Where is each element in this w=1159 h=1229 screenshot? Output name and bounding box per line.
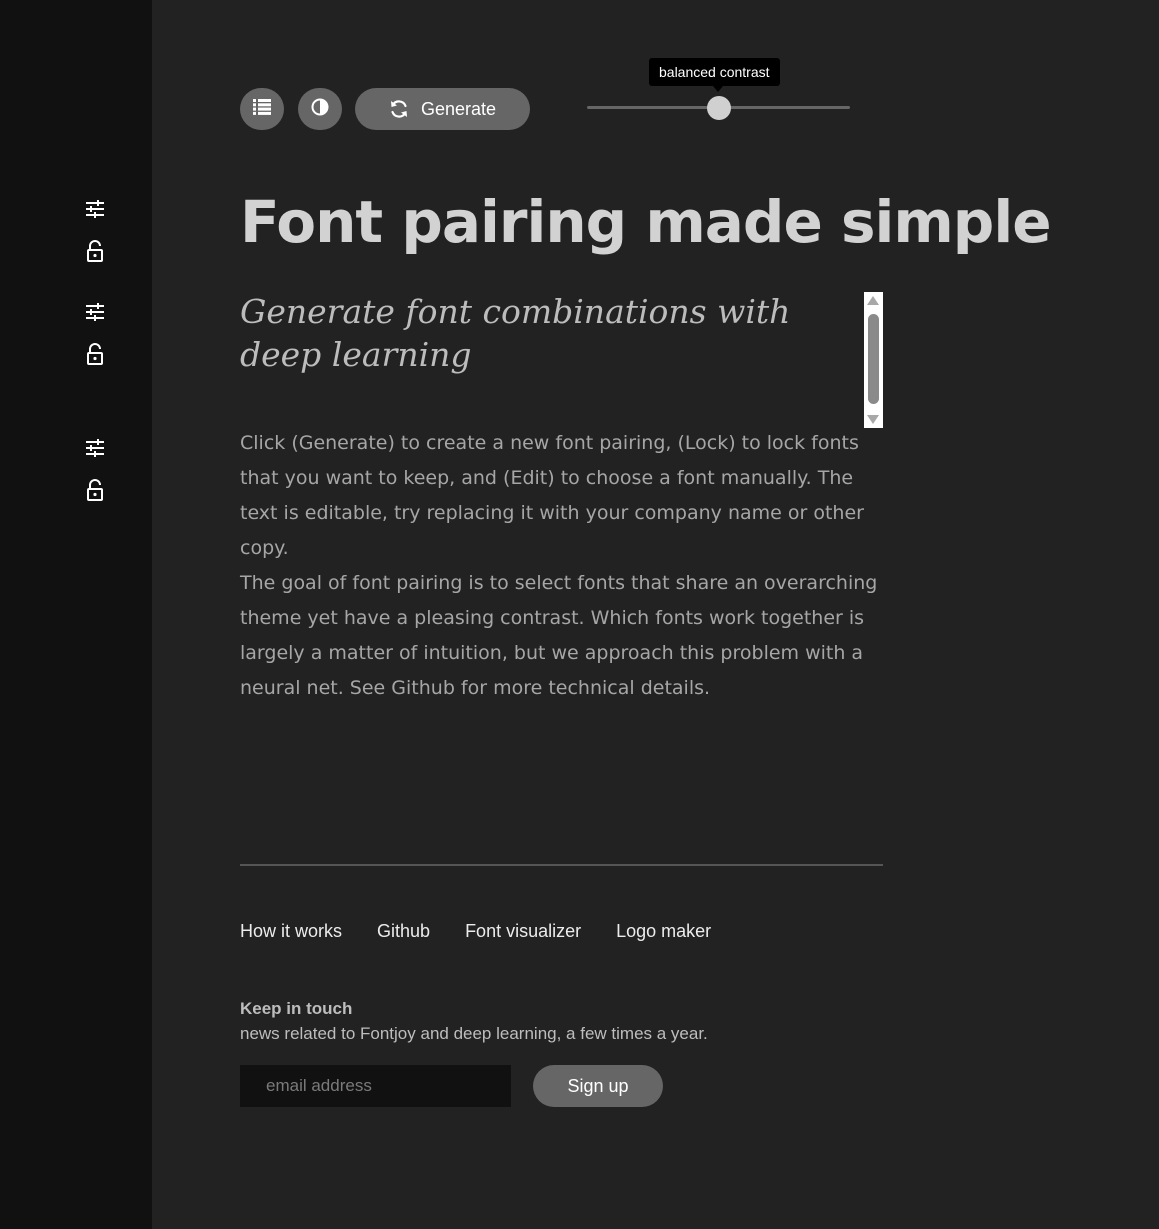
link-github[interactable]: Github <box>377 921 430 942</box>
tooltip-arrow <box>713 86 723 92</box>
scrollbar-thumb[interactable] <box>868 314 879 404</box>
unlock-icon[interactable] <box>84 240 106 262</box>
subheadline[interactable]: Generate font combinations with deep lea… <box>240 290 860 376</box>
list-icon <box>253 98 271 120</box>
unlock-icon[interactable] <box>84 479 106 501</box>
footer-links: How it works Github Font visualizer Logo… <box>240 921 711 942</box>
contrast-button[interactable] <box>298 88 342 130</box>
keep-in-touch-subtitle: news related to Fontjoy and deep learnin… <box>240 1024 708 1043</box>
sliders-icon[interactable] <box>84 301 106 323</box>
slider-tooltip: balanced contrast <box>649 58 780 86</box>
generate-label: Generate <box>420 98 497 119</box>
signup-button[interactable]: Sign up <box>533 1065 663 1107</box>
sidebar <box>0 0 152 1229</box>
email-input[interactable] <box>240 1065 511 1107</box>
headline[interactable]: Font pairing made simple <box>240 188 1052 256</box>
main-content: Generate balanced contrast Font pairing … <box>152 0 1159 1229</box>
scroll-up-arrow-icon[interactable] <box>867 296 879 305</box>
keep-in-touch-title: Keep in touch <box>240 999 353 1018</box>
contrast-icon <box>311 98 329 121</box>
refresh-icon <box>389 99 409 119</box>
generate-button[interactable]: Generate <box>355 88 530 130</box>
unlock-icon[interactable] <box>84 343 106 365</box>
link-logo-maker[interactable]: Logo maker <box>616 921 711 942</box>
subheadline-scrollbar[interactable] <box>864 292 883 428</box>
link-how-it-works[interactable]: How it works <box>240 921 342 942</box>
divider <box>240 864 883 866</box>
sliders-icon[interactable] <box>84 437 106 459</box>
link-font-visualizer[interactable]: Font visualizer <box>465 921 581 942</box>
list-button[interactable] <box>240 88 284 130</box>
body-paragraph-1[interactable]: Click (Generate) to create a new font pa… <box>240 426 895 566</box>
contrast-slider-thumb[interactable] <box>706 96 731 120</box>
sliders-icon[interactable] <box>84 198 106 220</box>
scroll-down-arrow-icon[interactable] <box>867 415 879 424</box>
body-paragraph-2[interactable]: The goal of font pairing is to select fo… <box>240 566 895 706</box>
